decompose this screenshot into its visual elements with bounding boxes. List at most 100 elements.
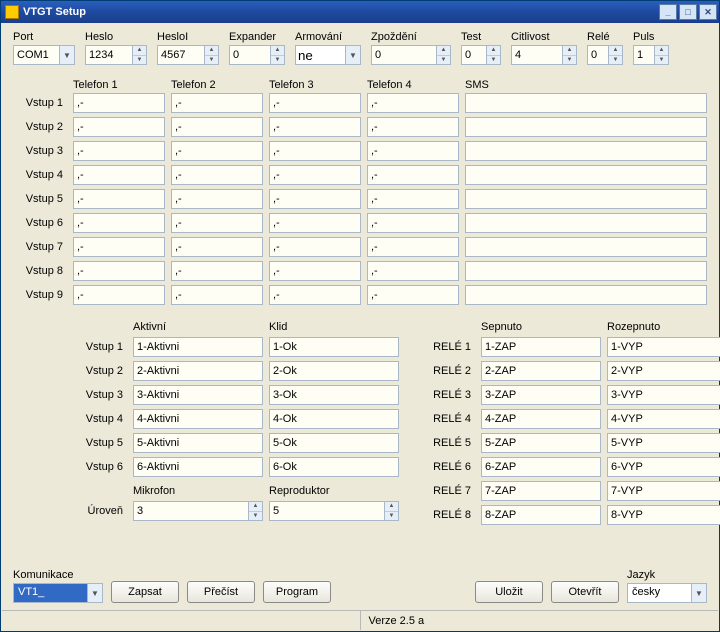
chevron-down-icon[interactable]: ▼: [87, 584, 102, 602]
sepnuto-input[interactable]: [481, 361, 601, 381]
rozepnuto-input[interactable]: [607, 505, 720, 525]
heslo-input[interactable]: [86, 46, 132, 64]
telefon3-input[interactable]: [269, 141, 361, 161]
expander-spinner[interactable]: ▲▼: [229, 45, 285, 65]
rozepnuto-input[interactable]: [607, 457, 720, 477]
telefon3-input[interactable]: [269, 117, 361, 137]
telefon3-input[interactable]: [269, 189, 361, 209]
telefon4-input[interactable]: [367, 117, 459, 137]
telefon2-input[interactable]: [171, 93, 263, 113]
telefon1-input[interactable]: [73, 141, 165, 161]
expander-input[interactable]: [230, 46, 270, 64]
zapsat-button[interactable]: Zapsat: [111, 581, 179, 603]
sepnuto-input[interactable]: [481, 385, 601, 405]
telefon4-input[interactable]: [367, 165, 459, 185]
telefon3-input[interactable]: [269, 213, 361, 233]
mikrofon-input[interactable]: [134, 502, 248, 520]
telefon3-input[interactable]: [269, 261, 361, 281]
telefon4-input[interactable]: [367, 141, 459, 161]
armovani-input[interactable]: [296, 46, 345, 64]
chevron-down-icon[interactable]: ▼: [691, 584, 706, 602]
klid-input[interactable]: [269, 385, 399, 405]
heslo-spinner[interactable]: ▲▼: [85, 45, 147, 65]
test-input[interactable]: [462, 46, 486, 64]
sms-input[interactable]: [465, 141, 707, 161]
aktivni-input[interactable]: [133, 337, 263, 357]
reproduktor-input[interactable]: [270, 502, 384, 520]
rozepnuto-input[interactable]: [607, 481, 720, 501]
komunikace-combo[interactable]: VT1_ ▼: [13, 583, 103, 603]
otevrit-button[interactable]: Otevřít: [551, 581, 619, 603]
sepnuto-input[interactable]: [481, 481, 601, 501]
rozepnuto-input[interactable]: [607, 337, 720, 357]
reproduktor-spinner[interactable]: ▲▼: [269, 501, 399, 521]
sms-input[interactable]: [465, 237, 707, 257]
telefon4-input[interactable]: [367, 213, 459, 233]
telefon1-input[interactable]: [73, 117, 165, 137]
heslol-input[interactable]: [158, 46, 204, 64]
sms-input[interactable]: [465, 213, 707, 233]
sms-input[interactable]: [465, 117, 707, 137]
sms-input[interactable]: [465, 165, 707, 185]
telefon2-input[interactable]: [171, 213, 263, 233]
chevron-down-icon[interactable]: ▼: [345, 46, 360, 64]
armovani-combo[interactable]: ▼: [295, 45, 361, 65]
spin-down-icon[interactable]: ▼: [133, 56, 146, 65]
citlivost-spinner[interactable]: ▲▼: [511, 45, 577, 65]
rozepnuto-input[interactable]: [607, 409, 720, 429]
zpozdeni-input[interactable]: [372, 46, 436, 64]
aktivni-input[interactable]: [133, 385, 263, 405]
aktivni-input[interactable]: [133, 361, 263, 381]
telefon4-input[interactable]: [367, 93, 459, 113]
sepnuto-input[interactable]: [481, 409, 601, 429]
aktivni-input[interactable]: [133, 409, 263, 429]
port-input[interactable]: [14, 46, 59, 64]
telefon1-input[interactable]: [73, 165, 165, 185]
sepnuto-input[interactable]: [481, 457, 601, 477]
telefon1-input[interactable]: [73, 237, 165, 257]
telefon3-input[interactable]: [269, 285, 361, 305]
telefon2-input[interactable]: [171, 261, 263, 281]
telefon3-input[interactable]: [269, 93, 361, 113]
rozepnuto-input[interactable]: [607, 433, 720, 453]
puls-spinner[interactable]: ▲▼: [633, 45, 669, 65]
sms-input[interactable]: [465, 93, 707, 113]
telefon2-input[interactable]: [171, 237, 263, 257]
chevron-down-icon[interactable]: ▼: [59, 46, 74, 64]
telefon2-input[interactable]: [171, 165, 263, 185]
minimize-button[interactable]: _: [659, 4, 677, 20]
telefon1-input[interactable]: [73, 189, 165, 209]
close-button[interactable]: ✕: [699, 4, 717, 20]
telefon2-input[interactable]: [171, 141, 263, 161]
puls-input[interactable]: [634, 46, 654, 64]
spin-up-icon[interactable]: ▲: [133, 46, 146, 56]
sepnuto-input[interactable]: [481, 337, 601, 357]
maximize-button[interactable]: □: [679, 4, 697, 20]
precist-button[interactable]: Přečíst: [187, 581, 255, 603]
zpozdeni-spinner[interactable]: ▲▼: [371, 45, 451, 65]
port-combo[interactable]: ▼: [13, 45, 75, 65]
telefon4-input[interactable]: [367, 237, 459, 257]
telefon4-input[interactable]: [367, 285, 459, 305]
telefon4-input[interactable]: [367, 189, 459, 209]
citlivost-input[interactable]: [512, 46, 562, 64]
rele-input[interactable]: [588, 46, 608, 64]
klid-input[interactable]: [269, 361, 399, 381]
telefon1-input[interactable]: [73, 261, 165, 281]
telefon2-input[interactable]: [171, 117, 263, 137]
aktivni-input[interactable]: [133, 433, 263, 453]
klid-input[interactable]: [269, 409, 399, 429]
mikrofon-spinner[interactable]: ▲▼: [133, 501, 263, 521]
telefon1-input[interactable]: [73, 213, 165, 233]
klid-input[interactable]: [269, 433, 399, 453]
klid-input[interactable]: [269, 337, 399, 357]
rozepnuto-input[interactable]: [607, 385, 720, 405]
telefon1-input[interactable]: [73, 285, 165, 305]
heslol-spinner[interactable]: ▲▼: [157, 45, 219, 65]
sepnuto-input[interactable]: [481, 505, 601, 525]
aktivni-input[interactable]: [133, 457, 263, 477]
telefon2-input[interactable]: [171, 285, 263, 305]
telefon3-input[interactable]: [269, 237, 361, 257]
rele-spinner[interactable]: ▲▼: [587, 45, 623, 65]
rozepnuto-input[interactable]: [607, 361, 720, 381]
